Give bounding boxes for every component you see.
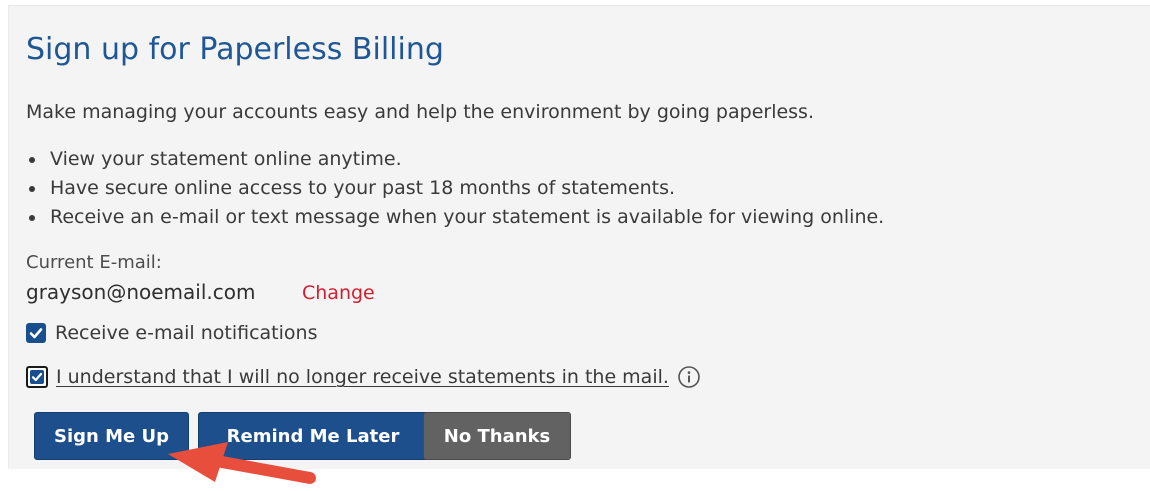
checkmark-icon: [29, 328, 43, 339]
page-title: Sign up for Paperless Billing: [26, 32, 444, 67]
info-circle-icon[interactable]: [677, 365, 701, 389]
benefit-item: View your statement online anytime.: [26, 145, 884, 174]
annotation-arrow-icon: [168, 442, 316, 484]
info-icon-graphic: [678, 366, 700, 388]
page: Sign up for Paperless Billing Make manag…: [0, 0, 1150, 491]
benefit-item: Receive an e-mail or text message when y…: [26, 203, 884, 232]
no-mail-acknowledgement-checkbox[interactable]: [26, 366, 48, 388]
current-email-label: Current E-mail:: [26, 252, 162, 273]
receive-notifications-option[interactable]: Receive e-mail notifications: [26, 319, 317, 347]
intro-text: Make managing your accounts easy and hel…: [26, 101, 814, 123]
receive-notifications-checkbox[interactable]: [26, 323, 46, 343]
benefit-item: Have secure online access to your past 1…: [26, 174, 884, 203]
change-email-link[interactable]: Change: [302, 280, 375, 306]
no-mail-acknowledgement-option[interactable]: I understand that I will no longer recei…: [26, 363, 701, 391]
checkmark-icon: [31, 372, 43, 382]
checkbox-fill: [30, 370, 44, 384]
paperless-billing-card: [8, 5, 1150, 469]
no-thanks-button[interactable]: No Thanks: [423, 412, 571, 460]
benefits-list: View your statement online anytime. Have…: [26, 145, 884, 232]
receive-notifications-label: Receive e-mail notifications: [55, 322, 318, 344]
current-email-value: grayson@noemail.com: [26, 280, 256, 304]
no-mail-acknowledgement-label[interactable]: I understand that I will no longer recei…: [56, 363, 669, 391]
